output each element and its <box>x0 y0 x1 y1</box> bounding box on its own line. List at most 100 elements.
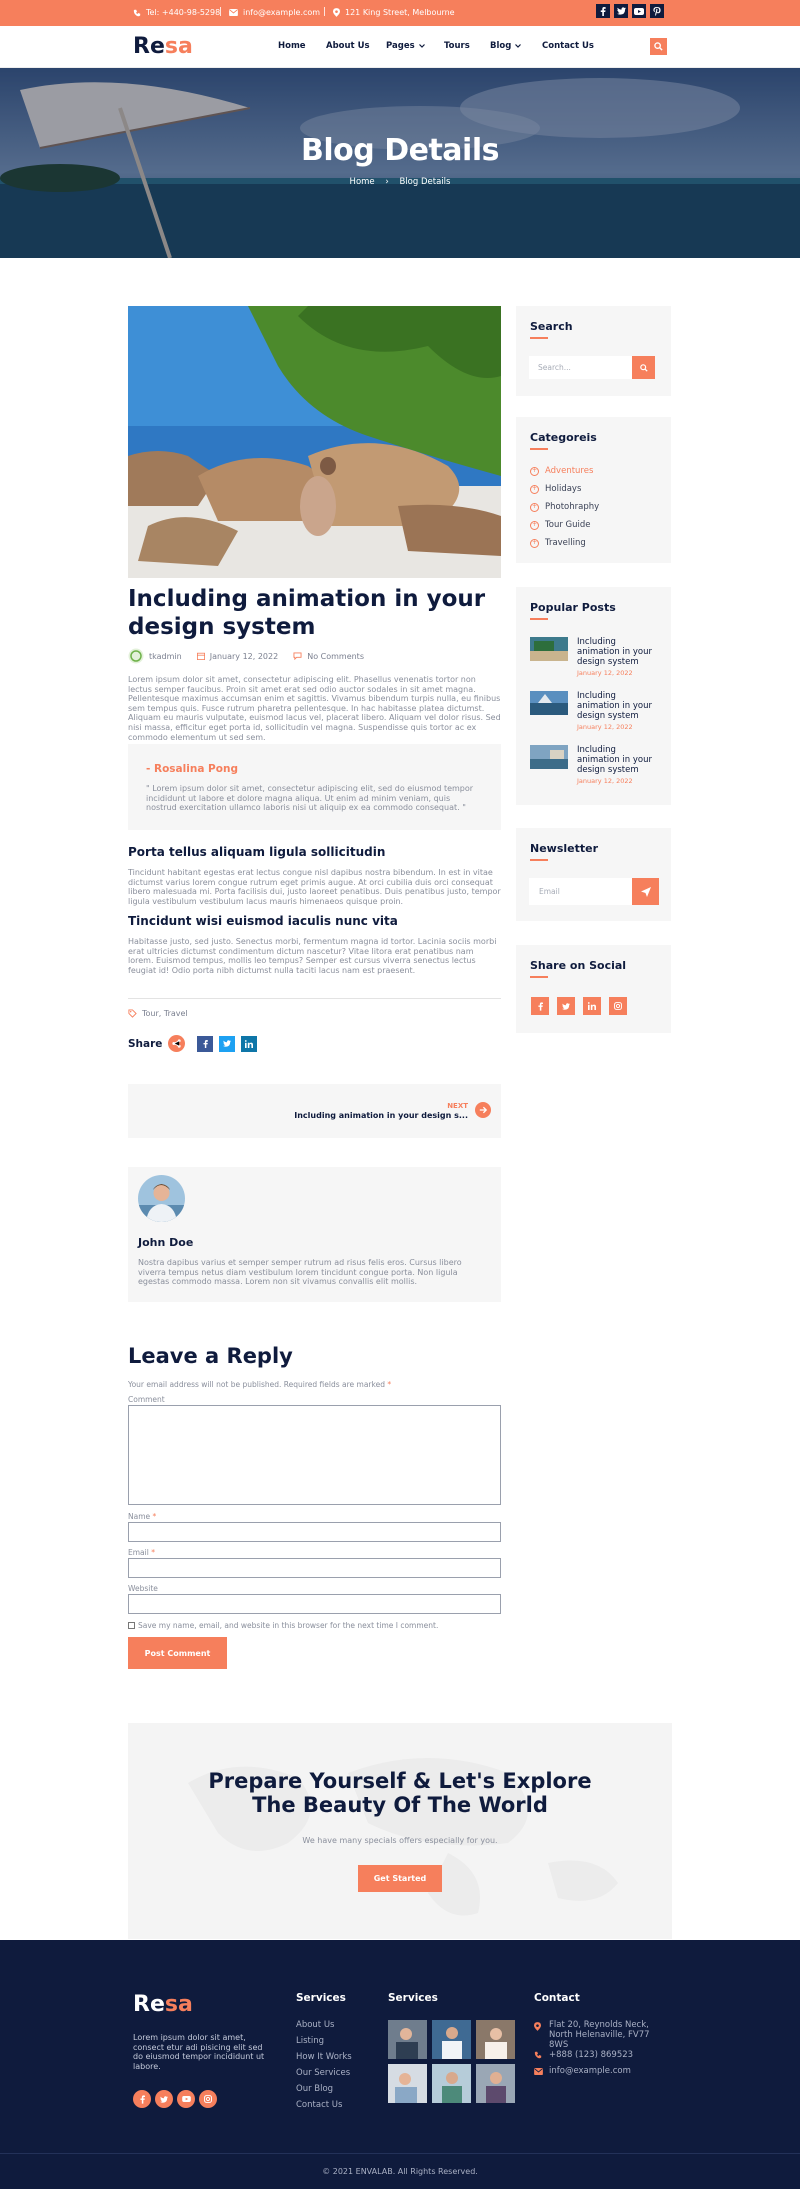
top-address: 121 King Street, Melbourne <box>333 8 455 17</box>
search-icon <box>654 42 663 51</box>
footer-link[interactable]: How It Works <box>296 2052 352 2062</box>
popular-post-thumb[interactable] <box>530 637 568 661</box>
email-input[interactable] <box>128 1558 501 1578</box>
popular-post-title[interactable]: Including animation in your design syste… <box>577 637 661 667</box>
twitter-icon[interactable] <box>219 1035 236 1052</box>
facebook-icon[interactable] <box>531 997 549 1015</box>
comment-textarea[interactable] <box>128 1405 501 1505</box>
quote-author: - Rosalina Pong <box>146 763 238 775</box>
breadcrumb-home[interactable]: Home <box>350 177 375 187</box>
divider <box>128 998 501 999</box>
top-email-text: info@example.com <box>243 8 321 17</box>
comment-icon <box>293 652 302 660</box>
gallery-thumb[interactable] <box>388 2020 427 2059</box>
author-photo <box>138 1175 185 1222</box>
newsletter-submit-button[interactable] <box>632 878 659 905</box>
get-started-button[interactable]: Get Started <box>358 1865 442 1892</box>
facebook-icon[interactable] <box>197 1035 214 1052</box>
nav-tours[interactable]: Tours <box>444 41 470 51</box>
sidebar-search-button[interactable] <box>632 356 655 379</box>
popular-post-title[interactable]: Including animation in your design syste… <box>577 691 661 721</box>
twitter-icon[interactable] <box>614 4 628 18</box>
footer-link[interactable]: About Us <box>296 2020 334 2030</box>
email-label: Email * <box>128 1548 155 1557</box>
newsletter-email-input[interactable]: Email <box>529 878 632 905</box>
popular-post-thumb[interactable] <box>530 691 568 715</box>
facebook-icon[interactable] <box>596 4 610 18</box>
gallery-thumb[interactable] <box>388 2064 427 2103</box>
category-item[interactable]: + Adventures <box>530 466 593 476</box>
post-featured-image <box>128 306 501 578</box>
search-icon <box>639 363 648 372</box>
plus-icon: + <box>530 484 539 494</box>
tags-text[interactable]: Tour, Travel <box>142 1009 188 1018</box>
website-input[interactable] <box>128 1594 501 1614</box>
footer-phone[interactable]: +888 (123) 869523 <box>549 2050 633 2060</box>
chevron-down-icon <box>418 44 425 48</box>
category-item[interactable]: + Photohraphy <box>530 502 599 512</box>
nav-about[interactable]: About Us <box>326 41 370 51</box>
top-address-text: 121 King Street, Melbourne <box>345 8 455 17</box>
top-phone-text: Tel: +440-98-5298 <box>146 8 221 17</box>
footer-link[interactable]: Listing <box>296 2036 324 2046</box>
page-title: Blog Details <box>301 133 499 168</box>
sidebar-search-input[interactable]: Search... <box>529 356 632 379</box>
nav-pages[interactable]: Pages <box>386 41 425 51</box>
next-post-title: Including animation in your design s... <box>294 1111 468 1120</box>
footer-email[interactable]: info@example.com <box>549 2066 631 2076</box>
twitter-icon[interactable] <box>155 2090 173 2108</box>
gallery-thumb[interactable] <box>432 2020 471 2059</box>
category-item[interactable]: + Travelling <box>530 538 586 548</box>
gallery-thumb[interactable] <box>476 2020 515 2059</box>
post-comments-count[interactable]: No Comments <box>307 652 364 661</box>
quote-text: " Lorem ipsum dolor sit amet, consectetu… <box>146 784 474 813</box>
pinterest-icon[interactable] <box>650 4 664 18</box>
save-info-row: Save my name, email, and website in this… <box>128 1621 438 1630</box>
top-divider: | <box>219 7 223 17</box>
category-item[interactable]: + Holidays <box>530 484 581 494</box>
gallery-thumb[interactable] <box>476 2064 515 2103</box>
youtube-icon[interactable] <box>177 2090 195 2108</box>
map-pin-icon <box>333 8 340 17</box>
footer-contact-title: Contact <box>534 1992 580 2004</box>
footer: Resa Lorem ipsum dolor sit amet, consect… <box>0 1940 800 2189</box>
post-comment-button[interactable]: Post Comment <box>128 1637 227 1669</box>
post-author[interactable]: tkadmin <box>149 652 182 661</box>
popular-post-title[interactable]: Including animation in your design syste… <box>577 745 661 775</box>
arrow-right-icon[interactable] <box>475 1102 491 1118</box>
title-underline <box>530 448 548 450</box>
nav-contact[interactable]: Contact Us <box>542 41 594 51</box>
calendar-icon <box>196 652 205 660</box>
sidebar-social-widget: Share on Social <box>516 945 671 1033</box>
nav-search-button[interactable] <box>650 38 667 55</box>
cta-title-line1: Prepare Yourself & Let's Explore <box>208 1769 592 1793</box>
gallery-thumb[interactable] <box>432 2064 471 2103</box>
save-info-checkbox[interactable] <box>128 1622 135 1629</box>
sidebar-search-widget: Search Search... <box>516 306 671 396</box>
footer-logo[interactable]: Resa <box>133 1992 193 2017</box>
instagram-icon[interactable] <box>199 2090 217 2108</box>
top-phone[interactable]: Tel: +440-98-5298 <box>133 8 220 17</box>
facebook-icon[interactable] <box>133 2090 151 2108</box>
twitter-icon[interactable] <box>557 997 575 1015</box>
linkedin-icon[interactable] <box>583 997 601 1015</box>
footer-link[interactable]: Contact Us <box>296 2100 342 2110</box>
linkedin-icon[interactable] <box>241 1035 258 1052</box>
next-post-nav[interactable]: NEXT Including animation in your design … <box>128 1084 501 1138</box>
share-label: Share <box>128 1037 163 1050</box>
footer-link[interactable]: Our Services <box>296 2068 350 2078</box>
footer-link[interactable]: Our Blog <box>296 2084 333 2094</box>
name-input[interactable] <box>128 1522 501 1542</box>
share-icon[interactable] <box>168 1035 186 1052</box>
top-email[interactable]: info@example.com <box>229 8 320 17</box>
nav-blog[interactable]: Blog <box>490 41 522 51</box>
social-title: Share on Social <box>530 959 627 972</box>
category-item[interactable]: + Tour Guide <box>530 520 591 530</box>
popular-post-thumb[interactable] <box>530 745 568 769</box>
plus-icon: + <box>530 466 539 476</box>
instagram-icon[interactable] <box>609 997 627 1015</box>
nav-home[interactable]: Home <box>278 41 306 51</box>
youtube-icon[interactable] <box>632 4 646 18</box>
section-paragraph: Tincidunt habitant egestas erat lectus c… <box>128 868 501 906</box>
logo[interactable]: Resa <box>133 34 193 59</box>
